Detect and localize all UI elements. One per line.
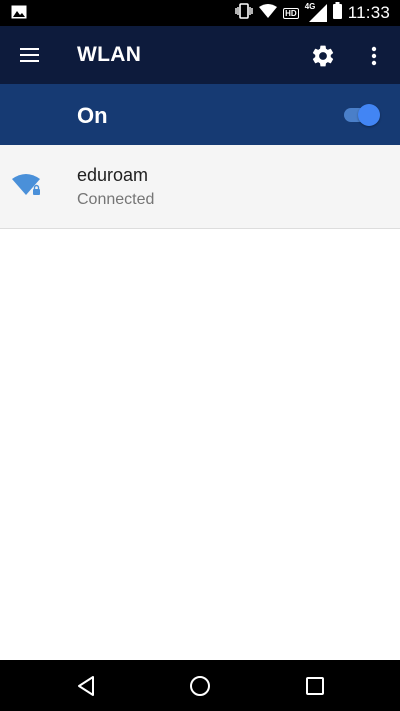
recents-icon[interactable] (303, 674, 327, 698)
switch-label: On (77, 103, 108, 128)
navigation-bar (0, 660, 400, 711)
gear-icon[interactable] (310, 43, 336, 69)
wlan-master-switch-bar[interactable]: On (0, 84, 400, 145)
menu-icon[interactable] (18, 43, 42, 67)
hd-badge: HD (283, 7, 299, 19)
network-list-item[interactable]: eduroam Connected (0, 145, 400, 229)
home-icon[interactable] (188, 674, 212, 698)
battery-icon (332, 2, 342, 24)
page-title: WLAN (77, 43, 142, 66)
vibrate-icon (235, 2, 253, 24)
back-icon[interactable] (74, 674, 98, 698)
wifi-signal-icon (259, 3, 278, 23)
wifi-lock-icon (12, 173, 44, 201)
cell-signal-icon: 4G (305, 2, 327, 22)
status-bar: HD 4G 11:33 (0, 0, 400, 26)
network-ssid: eduroam (77, 165, 149, 185)
image-notification-icon (11, 5, 27, 24)
toggle-thumb (358, 104, 380, 126)
more-options-icon[interactable] (364, 43, 384, 69)
app-bar: WLAN (0, 26, 400, 84)
wlan-toggle[interactable] (344, 104, 380, 126)
status-time: 11:33 (347, 3, 390, 22)
network-status: Connected (77, 191, 155, 208)
